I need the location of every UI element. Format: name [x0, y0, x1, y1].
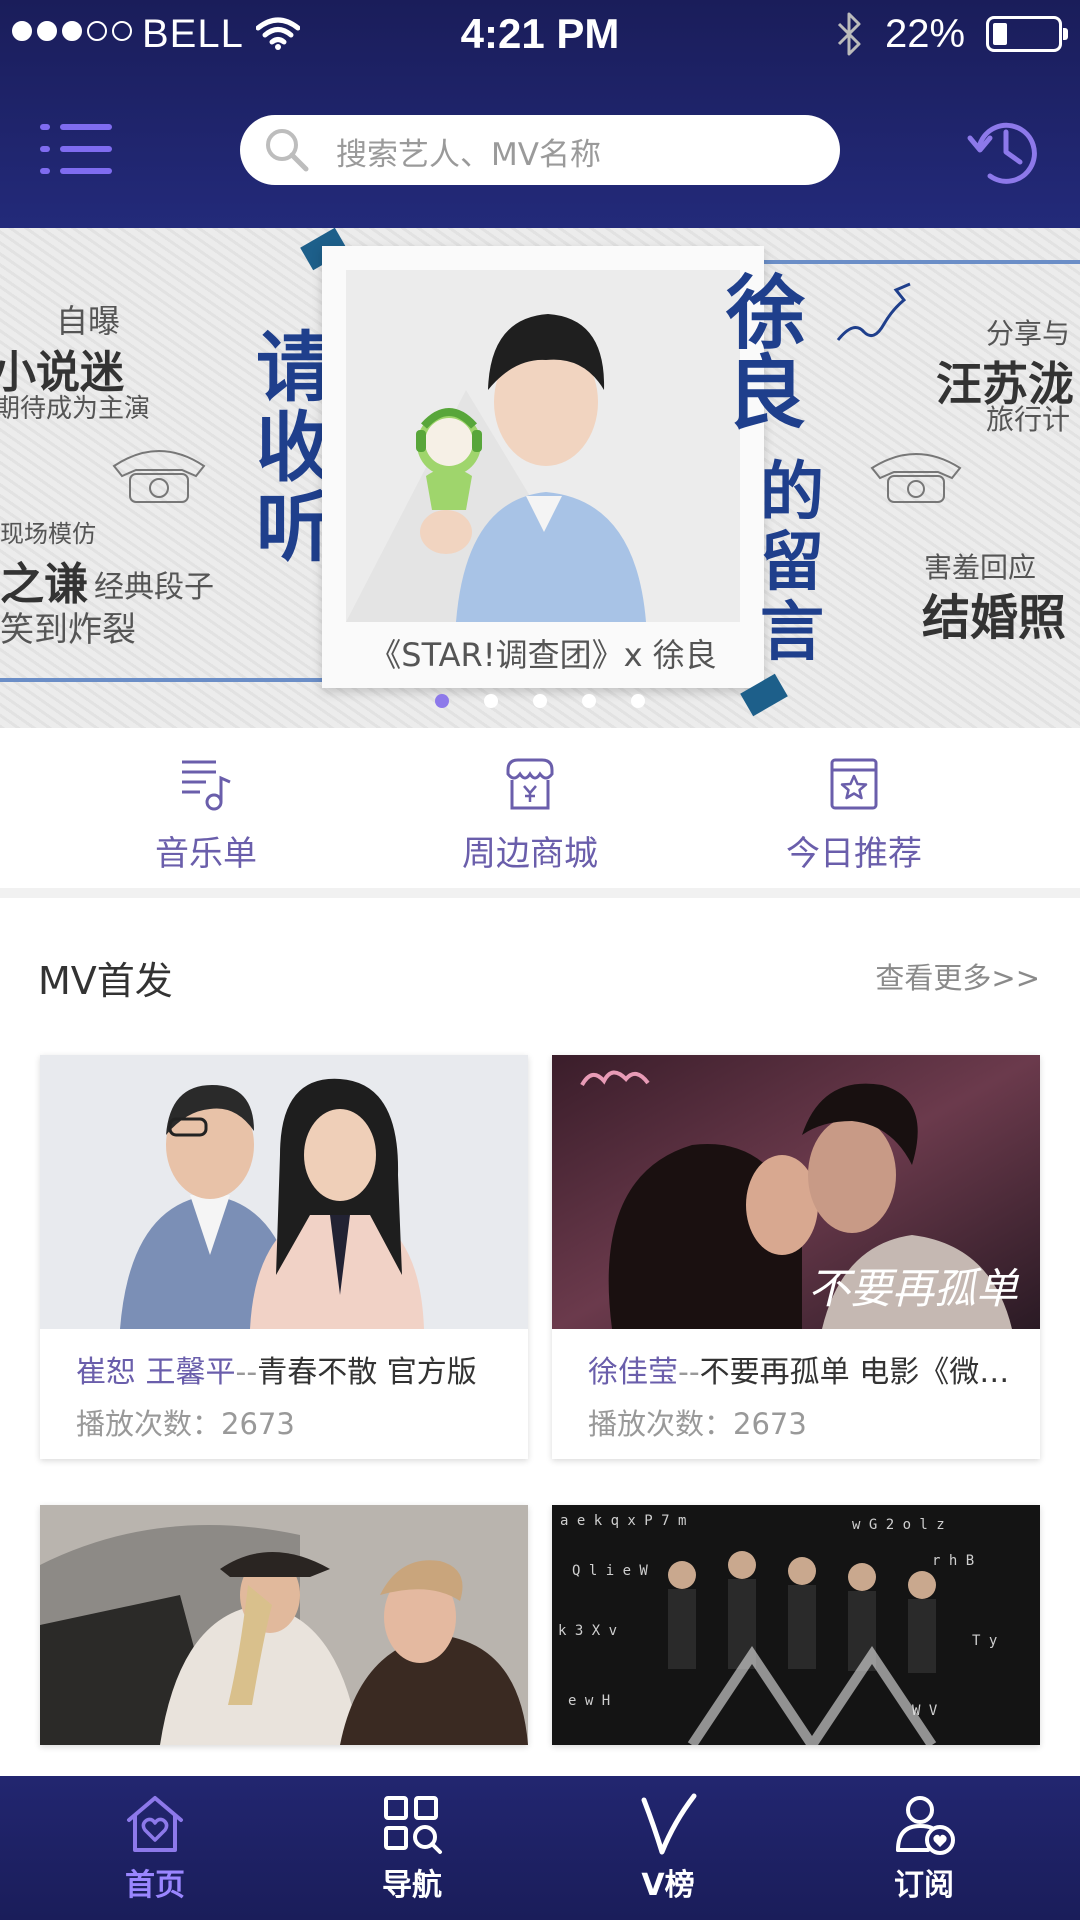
quick-entry-music-list[interactable]: 音乐单 — [86, 756, 326, 875]
mv-title-separator: -- — [235, 1355, 258, 1390]
menu-list-icon[interactable] — [40, 124, 112, 176]
mv-thumbnail[interactable] — [40, 1055, 528, 1329]
banner-text: 笑到炸裂 — [0, 610, 136, 650]
bluetooth-icon — [837, 12, 861, 56]
mv-play-count: 播放次数：2673 — [588, 1407, 807, 1441]
mv-song-name[interactable]: 不要再孤单 电影《微微一笑很倾城》 — [700, 1355, 1020, 1390]
banner-text: 旅行计 — [986, 403, 1071, 436]
mv-card[interactable] — [40, 1505, 528, 1745]
svg-text:w G 2 o l z: w G 2 o l z — [852, 1517, 945, 1533]
banner-line — [0, 678, 330, 682]
quick-entry-row: 音乐单 周边商城 今日推荐 — [0, 728, 1080, 898]
mv-card[interactable]: a e k q x P 7 m w G 2 o l z Q l i e W r h … — [552, 1505, 1040, 1745]
tab-home[interactable]: 首页 — [55, 1792, 255, 1904]
status-bar: BELL 4:21 PM 22% — [0, 0, 1080, 70]
page-dot[interactable] — [533, 694, 547, 708]
mv-card[interactable]: 不要再孤单 徐佳莹--不要再孤单 电影《微微一笑很倾城》 播放次数：2673 — [552, 1055, 1040, 1459]
mv-card[interactable]: 崔恕 王馨平--青春不散 官方版 播放次数：2673 — [40, 1055, 528, 1459]
svg-text:a e k q x P 7 m: a e k q x P 7 m — [560, 1513, 686, 1529]
section-title: MV首发 — [38, 959, 173, 1003]
shop-icon — [506, 758, 554, 810]
svg-text:k 3 X v: k 3 X v — [558, 1623, 617, 1639]
page-dot[interactable] — [582, 694, 596, 708]
banner-line — [760, 260, 1080, 264]
star-calendar-icon — [830, 758, 878, 810]
tab-label: 导航 — [382, 1868, 442, 1903]
tab-v-chart[interactable]: V榜 — [568, 1792, 768, 1904]
banner-page-indicator[interactable] — [0, 694, 1080, 708]
banner-text: 现场模仿 — [0, 520, 96, 548]
tab-subscribe[interactable]: 订阅 — [824, 1792, 1024, 1904]
mv-thumbnail[interactable]: 不要再孤单 — [552, 1055, 1040, 1329]
mv-play-count: 播放次数：2673 — [76, 1407, 295, 1441]
user-heart-icon — [896, 1796, 955, 1855]
mv-artist[interactable]: 崔恕 王馨平 — [76, 1355, 236, 1390]
quick-entry-label: 周边商城 — [462, 834, 598, 874]
quick-entry-label: 音乐单 — [155, 834, 257, 874]
tab-label: 订阅 — [894, 1868, 954, 1903]
mv-artist[interactable]: 徐佳莹 — [588, 1355, 678, 1390]
banner-text: 结婚照 — [922, 590, 1067, 646]
music-list-icon — [182, 760, 231, 811]
search-icon — [266, 129, 309, 172]
page-dot[interactable] — [631, 694, 645, 708]
artist-photo-card: 《STAR!调查团》x 徐良 — [322, 246, 764, 688]
grid-search-icon — [384, 1796, 442, 1854]
battery-icon — [986, 16, 1068, 52]
svg-text:T y: T y — [972, 1633, 997, 1649]
mv-thumbnail[interactable] — [40, 1505, 528, 1745]
banner-vertical-title: 徐良 — [726, 267, 806, 440]
search-input[interactable]: 搜索艺人、MV名称 — [336, 129, 601, 174]
mv-song-name[interactable]: 青春不散 官方版 — [257, 1355, 477, 1390]
tab-navigation[interactable]: 导航 — [312, 1792, 512, 1904]
page-dot[interactable] — [484, 694, 498, 708]
tab-label: V榜 — [641, 1868, 695, 1903]
svg-text:r h B: r h B — [932, 1553, 974, 1569]
search-bar[interactable]: 搜索艺人、MV名称 — [240, 115, 840, 185]
telephone-illustration — [870, 453, 962, 503]
tab-label: 首页 — [125, 1868, 185, 1903]
banner-text: 期待成为主演 — [0, 394, 151, 424]
phone-cord-illustration — [836, 282, 911, 341]
v-chart-icon — [641, 1793, 697, 1855]
battery-percent: 22% — [885, 12, 966, 56]
quick-entry-label: 今日推荐 — [786, 834, 922, 874]
app-screen: BELL 4:21 PM 22% 搜索艺人、MV名称 自曝 小说迷 期待成为主演… — [0, 0, 1080, 1920]
mv-title-separator: -- — [678, 1355, 700, 1390]
mv-title[interactable]: 徐佳莹--不要再孤单 电影《微微一笑很倾城》 — [588, 1347, 1020, 1391]
telephone-illustration — [112, 450, 206, 503]
promo-banner[interactable]: 自曝 小说迷 期待成为主演 现场模仿 之谦 经典段子 笑到炸裂 请收听 《STA… — [0, 228, 1080, 728]
svg-text:Q l i e W: Q l i e W — [572, 1563, 648, 1579]
history-clock-icon[interactable] — [966, 114, 1042, 186]
bottom-tab-bar: 首页 导航 V榜 订阅 — [0, 1776, 1080, 1920]
banner-text: 分享与 — [986, 317, 1071, 350]
artist-photo — [346, 270, 740, 622]
quick-entry-today-recommend[interactable]: 今日推荐 — [734, 756, 974, 875]
quick-entry-shop[interactable]: 周边商城 — [410, 756, 650, 875]
top-header: BELL 4:21 PM 22% 搜索艺人、MV名称 — [0, 0, 1080, 228]
mv-poster-text: 不要再孤单 — [807, 1264, 1018, 1313]
page-dot-active[interactable] — [435, 694, 449, 708]
svg-text:e w H: e w H — [568, 1693, 610, 1709]
see-more-link[interactable]: 查看更多>> — [875, 955, 1040, 997]
home-heart-icon — [127, 1796, 183, 1852]
mv-thumbnail[interactable]: a e k q x P 7 m w G 2 o l z Q l i e W r h … — [552, 1505, 1040, 1745]
banner-vertical-title: 的留言 — [760, 456, 824, 670]
banner-caption: 《STAR!调查团》x 徐良 — [369, 636, 717, 674]
mv-title[interactable]: 崔恕 王馨平--青春不散 官方版 — [76, 1347, 508, 1391]
banner-text: 经典段子 — [94, 570, 214, 605]
